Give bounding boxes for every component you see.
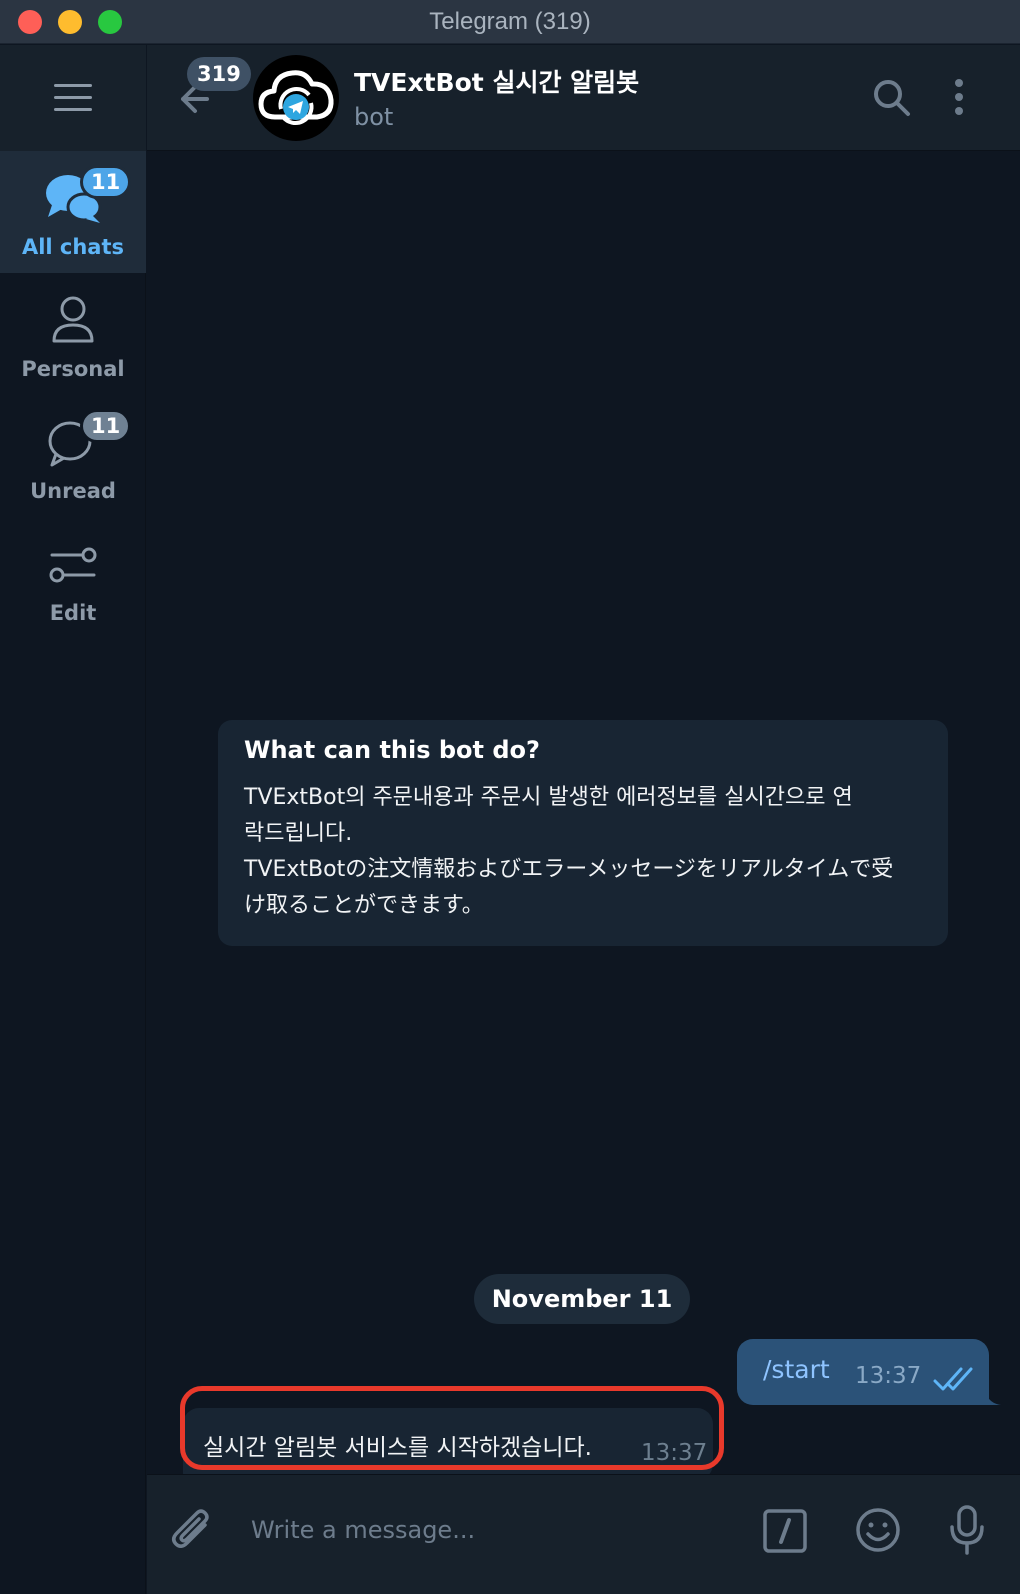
sliders-icon	[49, 547, 97, 583]
microphone-icon[interactable]	[947, 1505, 987, 1555]
date-separator: November 11	[474, 1274, 690, 1324]
window-title: Telegram (319)	[429, 8, 591, 35]
unread-count-badge: 319	[187, 57, 251, 91]
cloud-telegram-icon	[258, 70, 334, 125]
folder-edit[interactable]: Edit	[0, 517, 146, 639]
more-options-icon[interactable]	[947, 75, 971, 119]
folder-label: Unread	[30, 479, 116, 503]
message-text: 실시간 알림봇 서비스를 시작하겠습니다.	[203, 1435, 592, 1461]
bubble-tail	[985, 1389, 1001, 1405]
bot-commands-icon[interactable]	[763, 1509, 807, 1553]
emoji-icon[interactable]	[855, 1507, 901, 1553]
bot-info-card: What can this bot do? TVExtBot의 주문내용과 주문…	[218, 720, 948, 946]
title-bar: Telegram (319)	[0, 0, 1020, 44]
bot-info-heading: What can this bot do?	[244, 736, 540, 764]
hamburger-icon	[54, 84, 92, 111]
paperclip-icon[interactable]	[169, 1505, 215, 1555]
double-check-icon	[933, 1367, 973, 1391]
folder-label: Edit	[49, 601, 97, 625]
main-menu-button[interactable]	[0, 45, 146, 151]
message-list[interactable]: What can this bot do? TVExtBot의 주문내용과 주문…	[147, 152, 1020, 1474]
folder-sidebar: 11 All chats Personal 11 Unread Edit	[0, 45, 146, 1594]
chat-header: 319 TVExtBot 실시간 알림봇 bot	[147, 45, 1020, 151]
search-icon[interactable]	[872, 78, 912, 118]
chat-title[interactable]: TVExtBot 실시간 알림봇	[354, 63, 639, 99]
incoming-message[interactable]: 실시간 알림봇 서비스를 시작하겠습니다. 13:37	[182, 1408, 713, 1474]
bot-avatar[interactable]	[253, 55, 339, 141]
folder-label: All chats	[21, 235, 125, 259]
outgoing-message[interactable]: /start 13:37	[737, 1339, 1001, 1405]
bubble-tail	[182, 1464, 187, 1474]
folder-unread-badge: 11	[80, 409, 132, 443]
folder-unread[interactable]: 11 Unread	[0, 395, 146, 517]
message-text: /start	[763, 1355, 830, 1384]
message-composer	[147, 1474, 1020, 1594]
folder-personal[interactable]: Personal	[0, 273, 146, 395]
chat-status: bot	[354, 103, 394, 131]
folder-unread-badge: 11	[80, 165, 132, 199]
person-icon	[52, 296, 94, 343]
message-input[interactable]	[251, 1507, 731, 1553]
message-time: 13:37	[855, 1363, 922, 1389]
message-time: 13:37	[641, 1440, 708, 1466]
folder-label: Personal	[21, 357, 125, 381]
bot-info-description: TVExtBot의 주문내용과 주문시 발생한 에러정보를 실시간으로 연 락드…	[244, 785, 894, 918]
folder-all-chats[interactable]: 11 All chats	[0, 151, 146, 273]
